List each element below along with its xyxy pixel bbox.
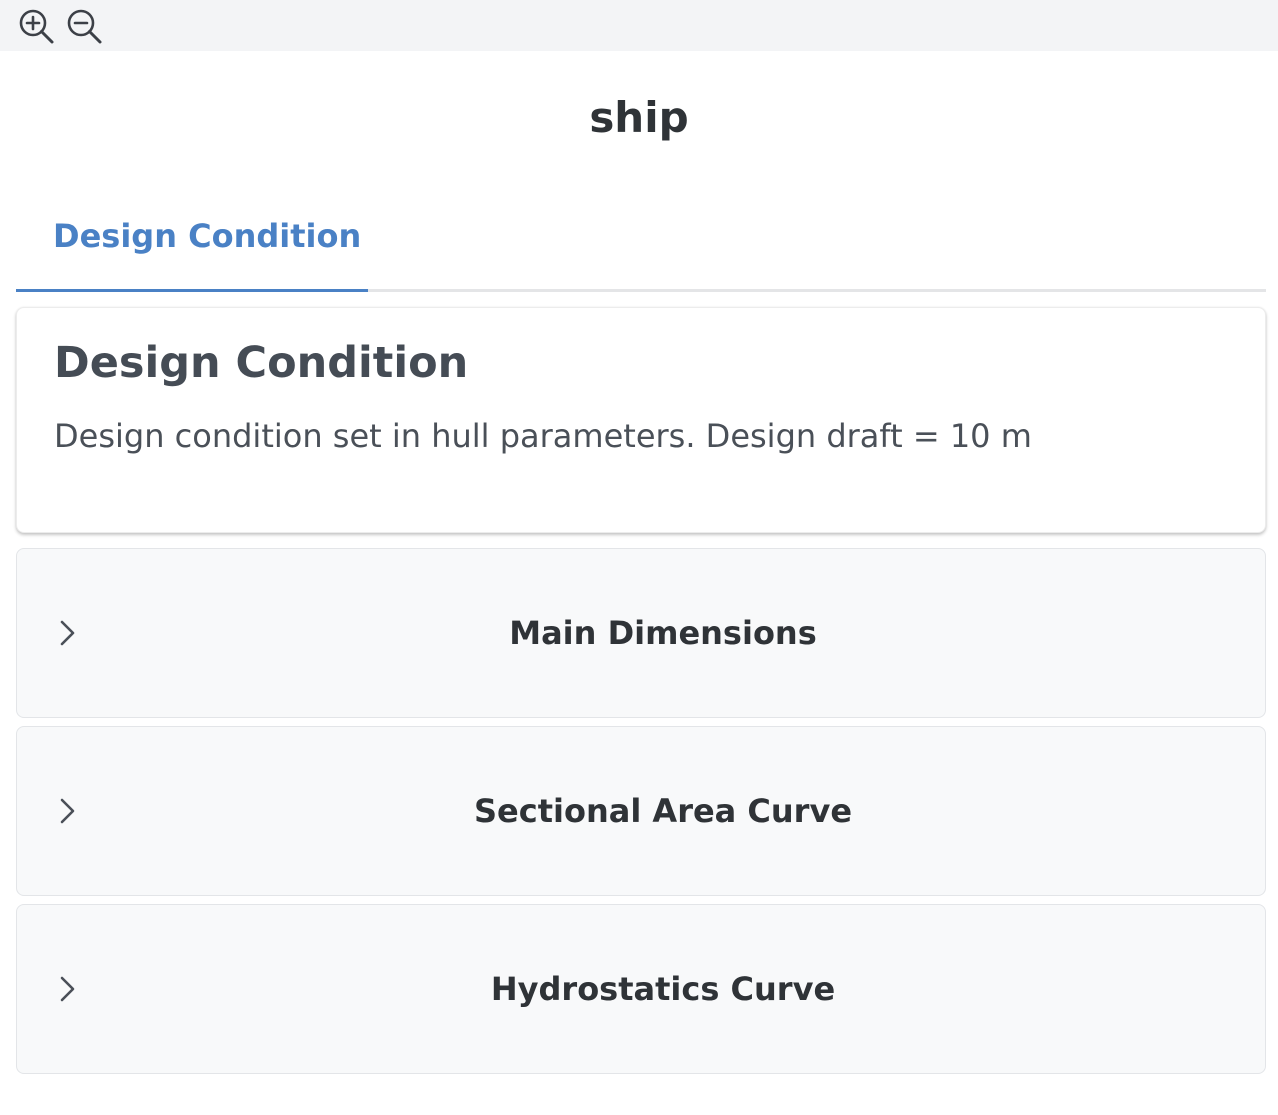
card-description: Design condition set in hull parameters.… <box>54 417 1032 455</box>
accordion-label: Sectional Area Curve <box>473 792 853 830</box>
accordion-hydrostatics-curve[interactable]: Hydrostatics Curve <box>16 904 1266 1074</box>
zoom-in-button[interactable] <box>16 6 56 46</box>
accordion-sectional-area-curve[interactable]: Sectional Area Curve <box>16 726 1266 896</box>
tab-label: Design Condition <box>53 217 362 255</box>
zoom-out-button[interactable] <box>64 6 104 46</box>
active-tab-indicator <box>16 289 368 292</box>
tab-design-condition[interactable]: Design Condition <box>16 196 368 292</box>
accordion-label: Main Dimensions <box>509 614 817 652</box>
zoom-out-icon <box>67 9 102 44</box>
accordion-label: Hydrostatics Curve <box>490 970 836 1008</box>
toolbar <box>0 0 1278 51</box>
zoom-in-icon <box>19 9 54 44</box>
card-title: Design Condition <box>54 338 469 388</box>
page-title: ship <box>589 93 689 142</box>
design-condition-card: Design Condition Design condition set in… <box>16 307 1266 533</box>
tab-bar: Design Condition <box>16 196 1266 292</box>
accordion-main-dimensions[interactable]: Main Dimensions <box>16 548 1266 718</box>
